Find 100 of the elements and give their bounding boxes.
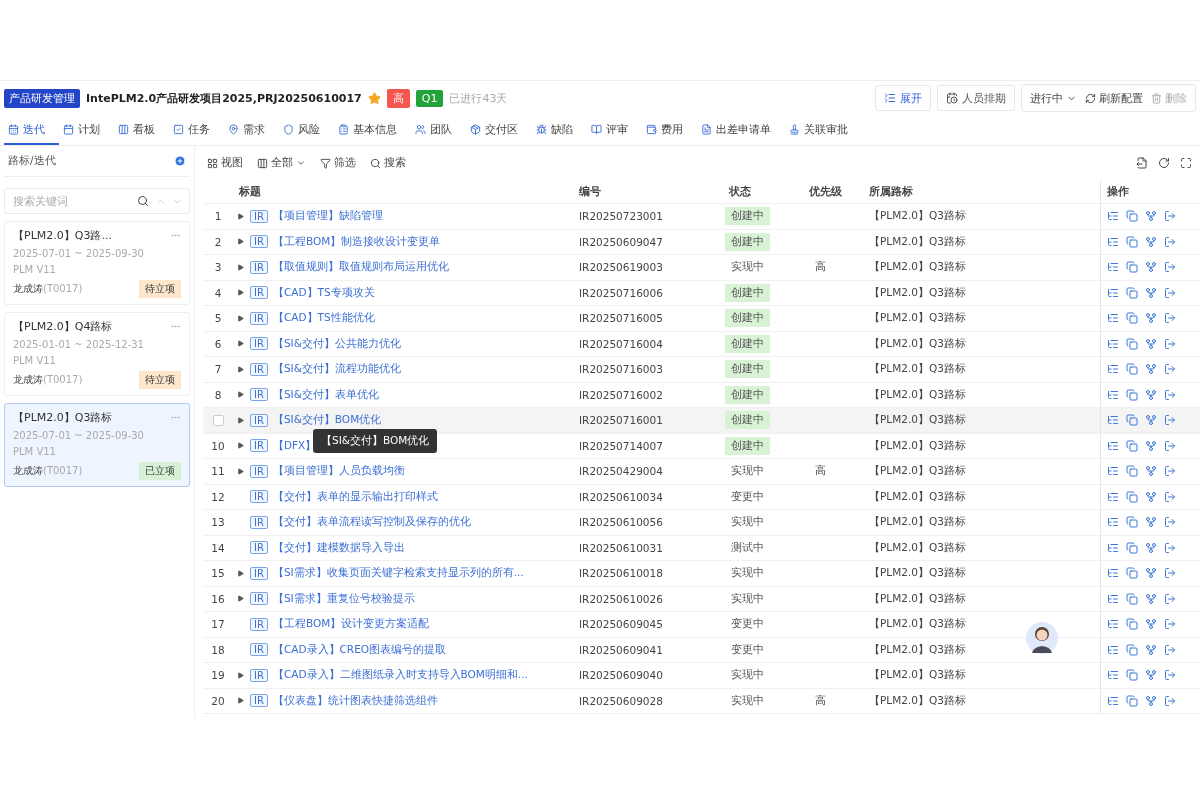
copy-icon[interactable] (1126, 490, 1138, 503)
exit-icon[interactable] (1164, 210, 1176, 223)
header-button[interactable]: 人员排期 (937, 85, 1015, 111)
copy-icon[interactable] (1126, 465, 1138, 478)
copy-icon[interactable] (1126, 516, 1138, 529)
tab[interactable]: 交付区 (466, 115, 532, 145)
fork-icon[interactable] (1145, 694, 1157, 707)
tree-icon[interactable] (1107, 414, 1119, 427)
fork-icon[interactable] (1145, 567, 1157, 580)
fork-icon[interactable] (1145, 388, 1157, 401)
expand-icon[interactable] (237, 697, 244, 705)
milestone-card[interactable]: 【PLM2.0】Q3路标 2025-07-01 ~ 2025-09-30 PLM V11 龙成涛(T0017) 已立项 (4, 403, 190, 487)
tree-icon[interactable] (1107, 669, 1119, 682)
tab[interactable]: 出差申请单 (697, 115, 785, 145)
exit-icon[interactable] (1164, 388, 1176, 401)
copy-icon[interactable] (1126, 235, 1138, 248)
refresh-icon[interactable] (1158, 157, 1170, 169)
copy-icon[interactable] (1126, 669, 1138, 682)
filter-button[interactable]: 筛选 (320, 156, 356, 170)
assistant-avatar[interactable] (1025, 621, 1059, 655)
star-icon[interactable] (367, 91, 381, 105)
tree-icon[interactable] (1107, 210, 1119, 223)
copy-icon[interactable] (1126, 286, 1138, 299)
tab[interactable]: 评审 (587, 115, 642, 145)
expand-icon[interactable] (237, 442, 244, 450)
copy-icon[interactable] (1126, 541, 1138, 554)
header-button[interactable]: 展开 (875, 85, 931, 111)
title-link[interactable]: 【交付】建模数据导入导出 (272, 540, 405, 555)
exit-icon[interactable] (1164, 541, 1176, 554)
fork-icon[interactable] (1145, 312, 1157, 325)
title-link[interactable]: 【仪表盘】统计图表快捷筛选组件 (272, 693, 438, 708)
fork-icon[interactable] (1145, 439, 1157, 452)
exit-icon[interactable] (1164, 669, 1176, 682)
tree-icon[interactable] (1107, 694, 1119, 707)
title-link[interactable]: 【SI&交付】BOM优化 (272, 413, 382, 428)
exit-icon[interactable] (1164, 567, 1176, 580)
tab[interactable]: 团队 (411, 115, 466, 145)
expand-icon[interactable] (237, 467, 244, 475)
expand-icon[interactable] (237, 569, 244, 577)
row-checkbox[interactable] (212, 414, 224, 426)
tree-icon[interactable] (1107, 439, 1119, 452)
title-link[interactable]: 【工程BOM】制造接收设计变更单 (272, 234, 441, 249)
exit-icon[interactable] (1164, 592, 1176, 605)
fork-icon[interactable] (1145, 465, 1157, 478)
fork-icon[interactable] (1145, 235, 1157, 248)
exit-icon[interactable] (1164, 643, 1176, 656)
copy-icon[interactable] (1126, 592, 1138, 605)
tab[interactable]: 任务 (169, 115, 224, 145)
title-link[interactable]: 【项目管理】缺陷管理 (272, 209, 383, 224)
title-link[interactable]: 【SI&交付】流程功能优化 (272, 362, 401, 377)
fork-icon[interactable] (1145, 516, 1157, 529)
copy-icon[interactable] (1126, 388, 1138, 401)
fork-icon[interactable] (1145, 210, 1157, 223)
expand-icon[interactable] (237, 340, 244, 348)
exit-icon[interactable] (1164, 618, 1176, 631)
title-link[interactable]: 【交付】表单流程读写控制及保存的优化 (272, 515, 471, 530)
exit-icon[interactable] (1164, 516, 1176, 529)
tree-icon[interactable] (1107, 388, 1119, 401)
title-link[interactable]: 【工程BOM】设计变更方案适配 (272, 617, 430, 632)
copy-icon[interactable] (1126, 312, 1138, 325)
title-link[interactable]: 【CAD】TS性能优化 (272, 311, 375, 326)
search-icon[interactable] (137, 195, 149, 207)
copy-icon[interactable] (1126, 414, 1138, 427)
exit-icon[interactable] (1164, 465, 1176, 478)
exit-icon[interactable] (1164, 286, 1176, 299)
expand-icon[interactable] (237, 671, 244, 679)
fullscreen-icon[interactable] (1180, 157, 1192, 169)
tree-icon[interactable] (1107, 490, 1119, 503)
title-link[interactable]: 【SI&交付】公共能力优化 (272, 336, 401, 351)
tab[interactable]: 关联审批 (785, 115, 862, 145)
title-link[interactable]: 【CAD录入】二维图纸录入时支持导入BOM明细和... (272, 668, 528, 683)
exit-icon[interactable] (1164, 414, 1176, 427)
fork-icon[interactable] (1145, 337, 1157, 350)
expand-icon[interactable] (237, 391, 244, 399)
tree-icon[interactable] (1107, 363, 1119, 376)
milestone-card[interactable]: 【PLM2.0】Q4路标 2025-01-01 ~ 2025-12-31 PLM V11 龙成涛(T0017) 待立项 (4, 312, 190, 396)
title-link[interactable]: 【SI&交付】表单优化 (272, 387, 379, 402)
search-bar[interactable]: 搜索关键词 (4, 188, 190, 214)
exit-icon[interactable] (1164, 337, 1176, 350)
tab[interactable]: 迭代 (4, 115, 59, 145)
fork-icon[interactable] (1145, 286, 1157, 299)
tree-icon[interactable] (1107, 516, 1119, 529)
fork-icon[interactable] (1145, 618, 1157, 631)
expand-icon[interactable] (237, 595, 244, 603)
exit-icon[interactable] (1164, 261, 1176, 274)
tab[interactable]: 需求 (224, 115, 279, 145)
expand-icon[interactable] (237, 263, 244, 271)
export-icon[interactable] (1136, 157, 1148, 169)
expand-icon[interactable] (237, 416, 244, 424)
expand-icon[interactable] (237, 289, 244, 297)
tree-icon[interactable] (1107, 618, 1119, 631)
status-dropdown[interactable]: 进行中 (1030, 90, 1077, 106)
copy-icon[interactable] (1126, 618, 1138, 631)
title-link[interactable]: 【CAD录入】CREO图表编号的提取 (272, 642, 447, 657)
expand-icon[interactable] (237, 314, 244, 322)
exit-icon[interactable] (1164, 490, 1176, 503)
exit-icon[interactable] (1164, 312, 1176, 325)
title-link[interactable]: 【SI需求】收集页面关键字检索支持显示列的所有... (272, 566, 524, 581)
fork-icon[interactable] (1145, 261, 1157, 274)
title-link[interactable]: 【交付】表单的显示输出打印样式 (272, 489, 438, 504)
